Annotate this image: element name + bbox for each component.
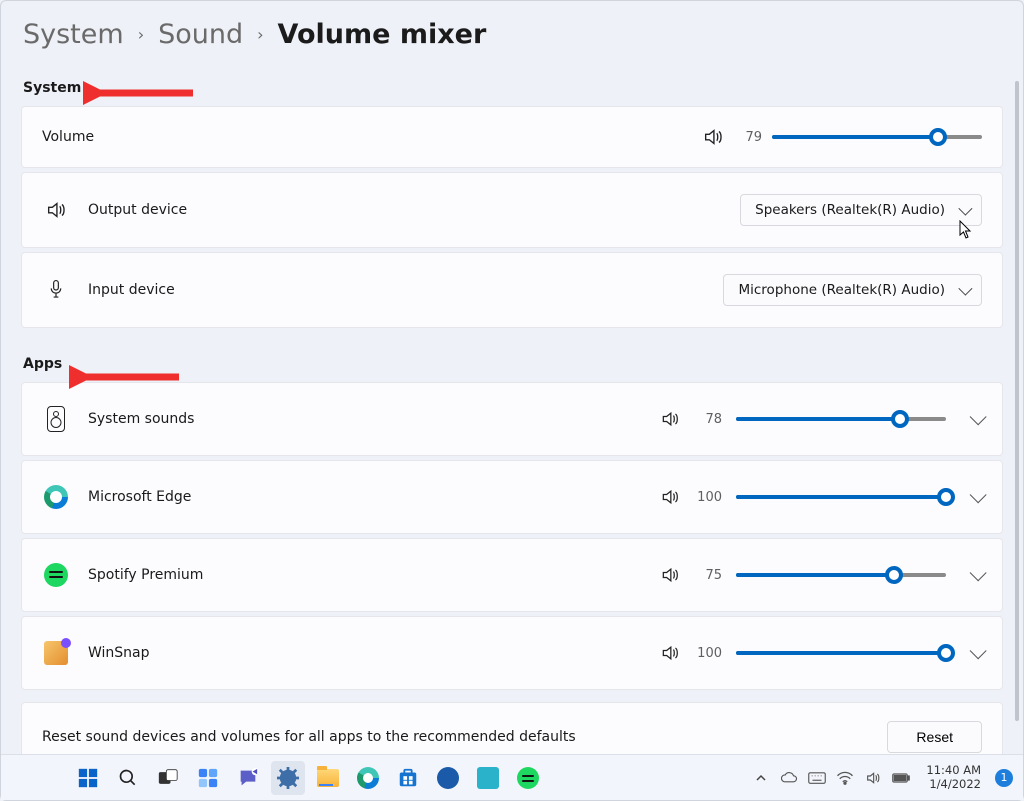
- battery-icon[interactable]: [892, 769, 910, 787]
- taskbar-widgets[interactable]: [191, 761, 225, 795]
- gear-icon: [277, 767, 299, 789]
- task-view-icon: [158, 769, 178, 787]
- taskbar-app-generic-1[interactable]: [431, 761, 465, 795]
- volume-icon: [660, 487, 680, 507]
- section-title-apps: Apps: [23, 356, 62, 372]
- taskbar-edge[interactable]: [351, 761, 385, 795]
- search-icon: [118, 768, 138, 788]
- taskbar-app-generic-2[interactable]: [471, 761, 505, 795]
- output-device-dropdown[interactable]: Speakers (Realtek(R) Audio): [740, 194, 982, 226]
- keyboard-icon[interactable]: [808, 769, 826, 787]
- app-volume-value: 100: [694, 646, 722, 661]
- widgets-icon: [197, 767, 219, 789]
- systemsounds-icon: [47, 406, 65, 432]
- chat-icon: [237, 767, 259, 789]
- chevron-down-icon[interactable]: [970, 486, 987, 503]
- spotify-icon: [517, 767, 539, 789]
- taskbar-search[interactable]: [111, 761, 145, 795]
- app-volume-row: Spotify Premium 75: [21, 538, 1003, 612]
- wifi-icon[interactable]: [836, 769, 854, 787]
- clock-time: 11:40 AM: [926, 764, 981, 777]
- app-name: Microsoft Edge: [88, 489, 191, 505]
- store-icon: [397, 767, 419, 789]
- spotify-icon: [44, 563, 68, 587]
- chevron-right-icon: ›: [257, 25, 263, 44]
- reset-description: Reset sound devices and volumes for all …: [42, 729, 576, 745]
- app-volume-value: 100: [694, 490, 722, 505]
- reset-button[interactable]: Reset: [887, 721, 982, 753]
- app-volume-row: WinSnap 100: [21, 616, 1003, 690]
- volume-icon: [660, 565, 680, 585]
- start-button[interactable]: [71, 761, 105, 795]
- chevron-down-icon: [958, 202, 972, 216]
- output-device-row: Output device Speakers (Realtek(R) Audio…: [21, 172, 1003, 248]
- app-volume-slider[interactable]: [736, 417, 946, 421]
- app-volume-value: 75: [694, 568, 722, 583]
- taskbar-explorer[interactable]: [311, 761, 345, 795]
- output-device-selected: Speakers (Realtek(R) Audio): [755, 202, 945, 218]
- section-title-system: System: [23, 80, 81, 96]
- system-tray: 11:40 AM 1/4/2022 1: [752, 764, 1013, 790]
- app-volume-slider[interactable]: [736, 495, 946, 499]
- taskbar: 11:40 AM 1/4/2022 1: [1, 754, 1023, 800]
- edge-icon: [44, 485, 68, 509]
- annotation-arrow-icon: [83, 79, 203, 107]
- app-name: WinSnap: [88, 645, 150, 661]
- volume-icon: [660, 643, 680, 663]
- system-volume-slider[interactable]: [772, 135, 982, 139]
- winsnap-icon: [44, 641, 68, 665]
- tray-overflow[interactable]: [752, 769, 770, 787]
- volume-icon: [660, 409, 680, 429]
- breadcrumb-sound[interactable]: Sound: [158, 19, 243, 50]
- breadcrumb-current: Volume mixer: [278, 19, 487, 50]
- app-volume-value: 78: [694, 412, 722, 427]
- system-volume-row: Volume 79: [21, 106, 1003, 168]
- tray-volume-icon[interactable]: [864, 769, 882, 787]
- microphone-icon: [46, 279, 66, 301]
- onedrive-icon[interactable]: [780, 769, 798, 787]
- app-icon: [437, 767, 459, 789]
- app-name: System sounds: [88, 411, 194, 427]
- speaker-icon: [45, 199, 67, 221]
- taskbar-taskview[interactable]: [151, 761, 185, 795]
- breadcrumb: System › Sound › Volume mixer: [21, 19, 1003, 50]
- reset-defaults-row: Reset sound devices and volumes for all …: [21, 702, 1003, 754]
- input-device-dropdown[interactable]: Microphone (Realtek(R) Audio): [723, 274, 982, 306]
- breadcrumb-system[interactable]: System: [23, 19, 124, 50]
- app-icon: [477, 767, 499, 789]
- taskbar-clock[interactable]: 11:40 AM 1/4/2022: [926, 764, 981, 790]
- taskbar-chat[interactable]: [231, 761, 265, 795]
- taskbar-spotify[interactable]: [511, 761, 545, 795]
- folder-icon: [317, 769, 339, 787]
- app-volume-row: System sounds 78: [21, 382, 1003, 456]
- app-name: Spotify Premium: [88, 567, 203, 583]
- volume-icon: [702, 126, 724, 148]
- volume-label: Volume: [42, 129, 94, 145]
- app-volume-row: Microsoft Edge 100: [21, 460, 1003, 534]
- chevron-right-icon: ›: [138, 25, 144, 44]
- input-device-label: Input device: [88, 282, 175, 298]
- taskbar-settings[interactable]: [271, 761, 305, 795]
- volume-value: 79: [734, 130, 762, 145]
- chevron-down-icon[interactable]: [970, 642, 987, 659]
- chevron-down-icon: [958, 282, 972, 296]
- edge-icon: [357, 767, 379, 789]
- chevron-down-icon[interactable]: [970, 564, 987, 581]
- output-device-label: Output device: [88, 202, 187, 218]
- notification-badge[interactable]: 1: [995, 769, 1013, 787]
- app-volume-slider[interactable]: [736, 651, 946, 655]
- taskbar-store[interactable]: [391, 761, 425, 795]
- input-device-row: Input device Microphone (Realtek(R) Audi…: [21, 252, 1003, 328]
- input-device-selected: Microphone (Realtek(R) Audio): [738, 282, 945, 298]
- chevron-down-icon[interactable]: [970, 408, 987, 425]
- scrollbar[interactable]: [1015, 81, 1019, 721]
- windows-logo-icon: [77, 767, 99, 789]
- app-volume-slider[interactable]: [736, 573, 946, 577]
- clock-date: 1/4/2022: [926, 778, 981, 791]
